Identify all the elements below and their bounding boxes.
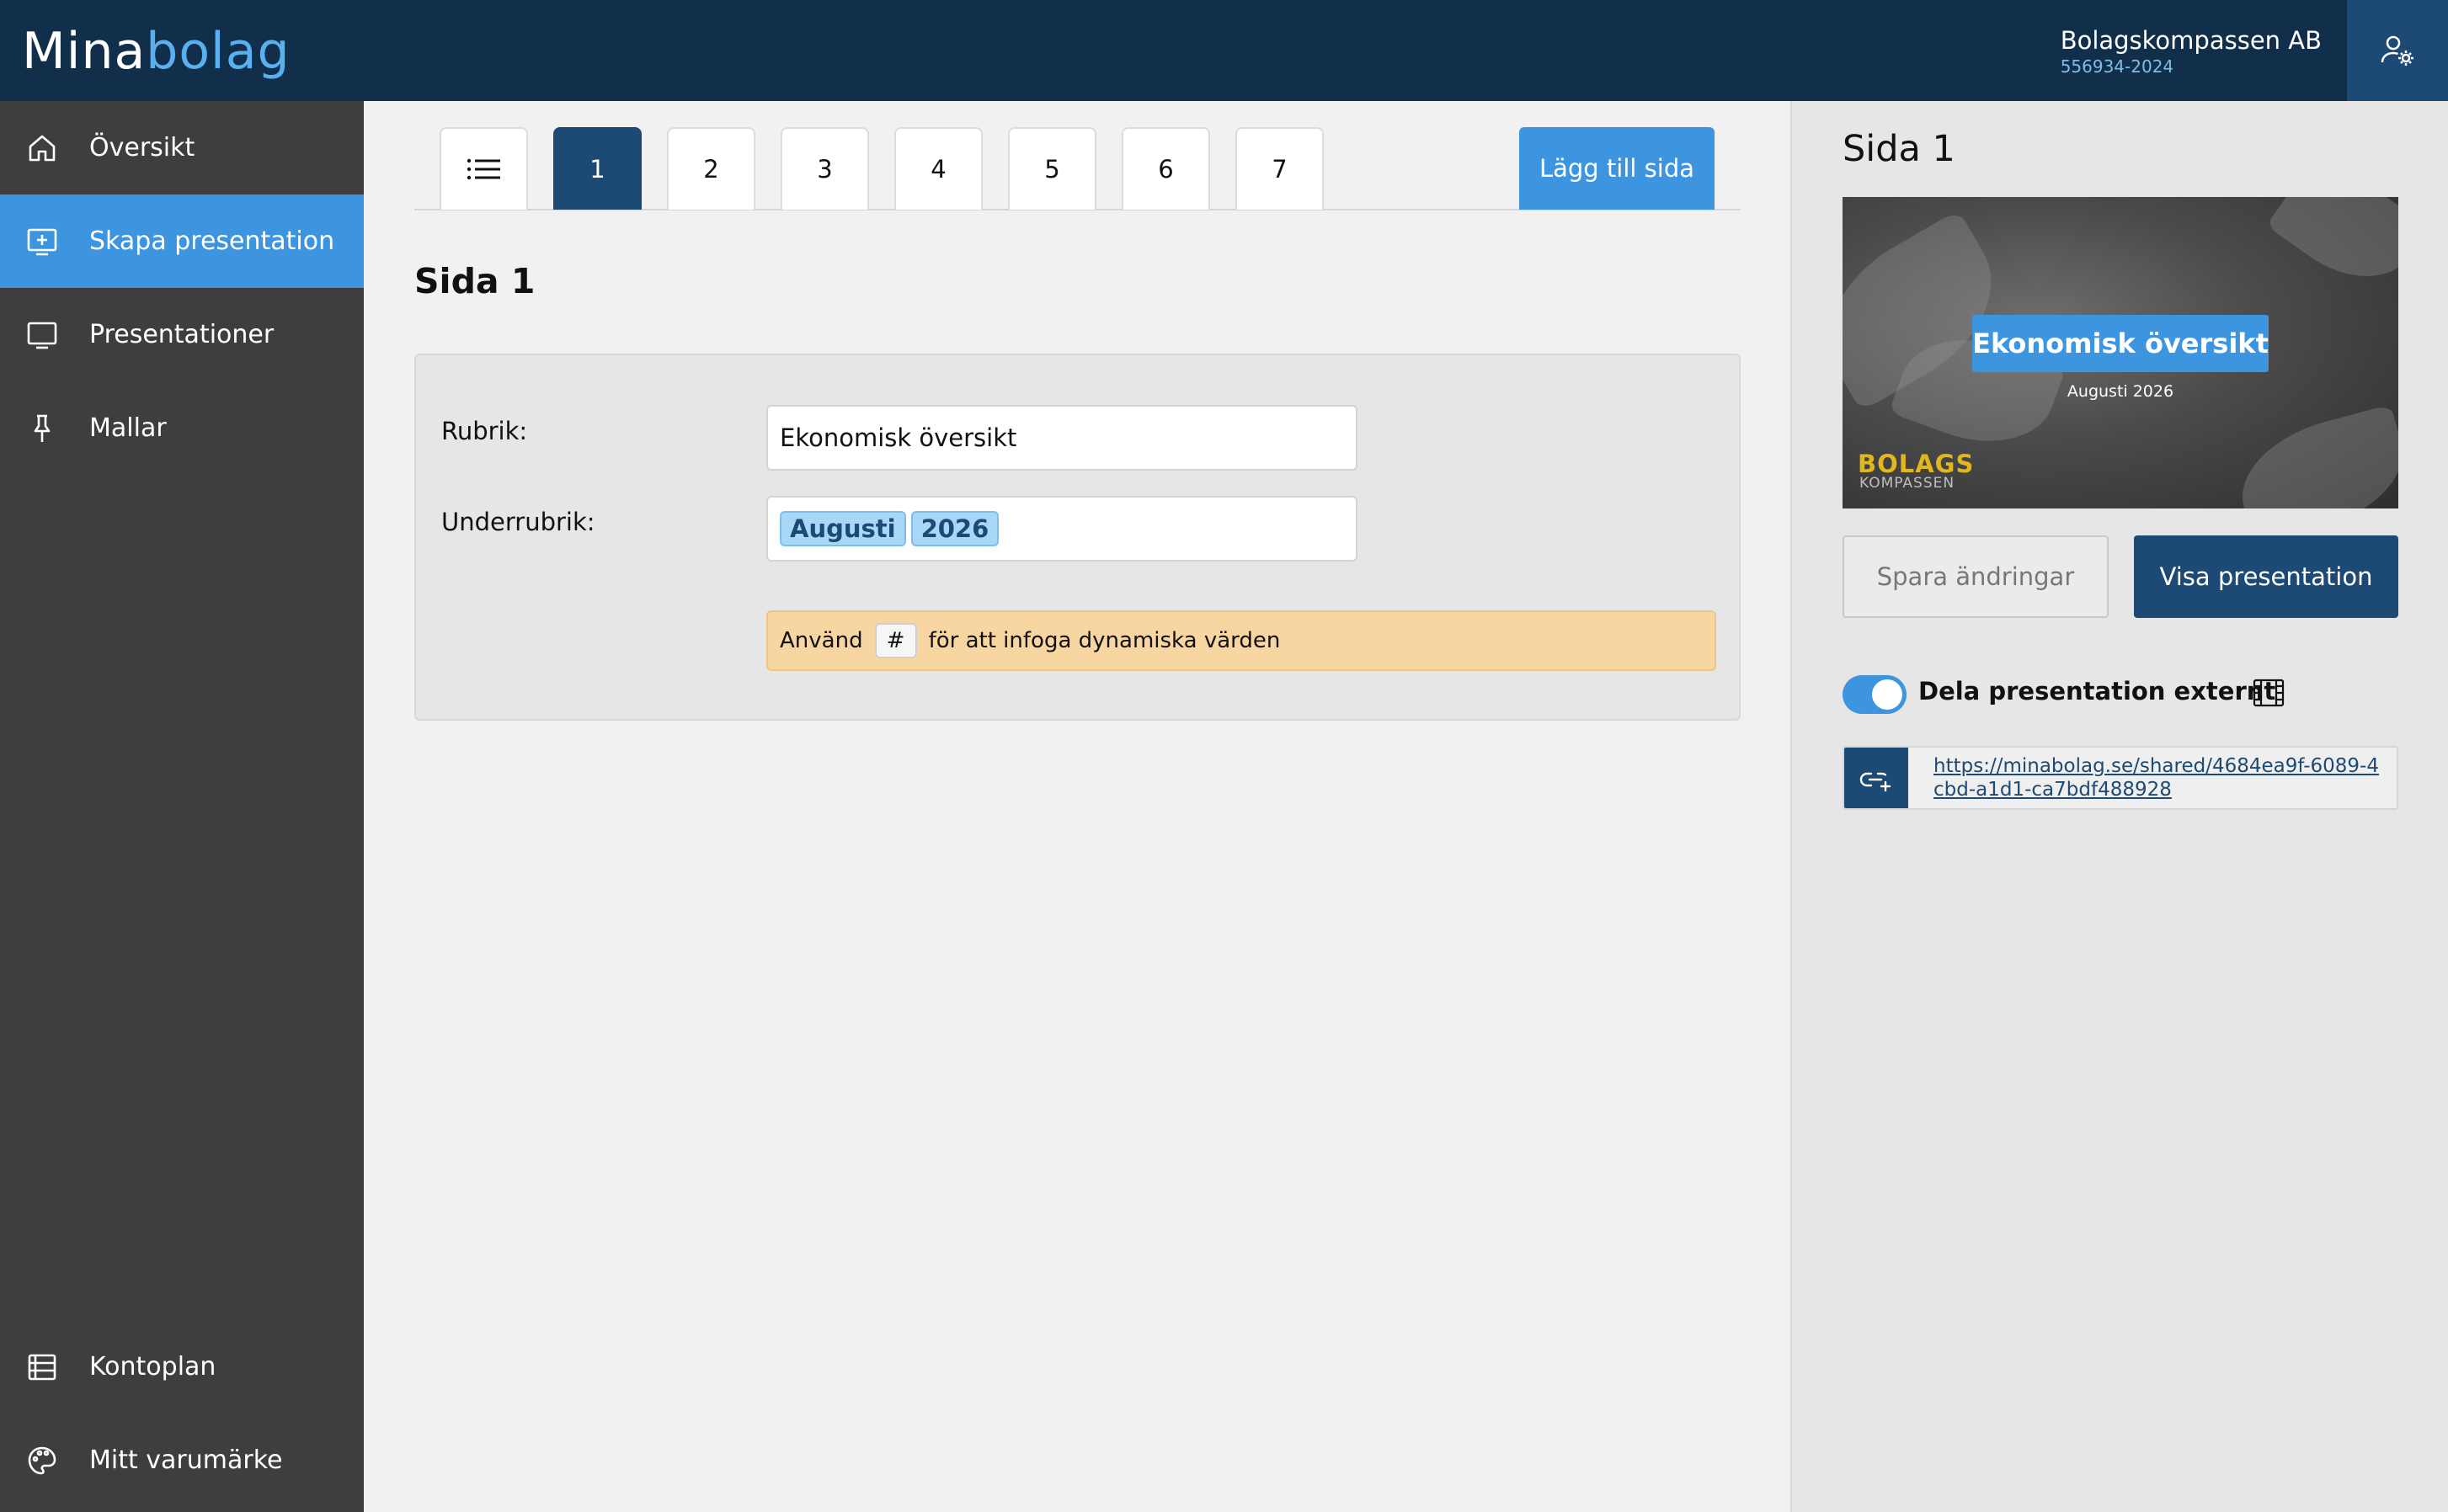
- sidebar-item-label: Mitt varumärke: [89, 1445, 283, 1475]
- sidebar-item-label: Mallar: [89, 413, 167, 443]
- preview-panel: Sida 1 Ekonomisk översikt Augusti 2026 B…: [1790, 101, 2448, 1512]
- sidebar: Översikt Skapa presentation Presentation…: [0, 101, 364, 1512]
- film-icon[interactable]: [2252, 678, 2285, 708]
- slide-brand-logo-sub: KOMPASSEN: [1859, 475, 1955, 492]
- main-content: 1 2 3 4 5 6 7 Lägg till sida Sida 1 Rubr…: [364, 101, 1790, 1512]
- share-label: Dela presentation externt: [1918, 677, 2276, 705]
- sidebar-item-presentationer[interactable]: Presentationer: [0, 288, 364, 381]
- list-icon: [467, 158, 500, 180]
- home-icon: [22, 128, 62, 168]
- monitor-icon: [22, 315, 62, 355]
- tab-page-4[interactable]: 4: [894, 127, 983, 210]
- rubrik-input[interactable]: Ekonomisk översikt: [766, 405, 1357, 471]
- company-name: Bolagskompassen AB: [2060, 26, 2322, 55]
- share-link-box: https://minabolag.se/shared/4684ea9f-608…: [1843, 746, 2398, 810]
- background-leaf: [2227, 404, 2398, 508]
- pin-icon: [22, 408, 62, 449]
- company-info: Bolagskompassen AB 556934-2024: [2061, 25, 2322, 77]
- list-icon: [22, 1347, 62, 1387]
- copy-link-button[interactable]: [1844, 748, 1908, 808]
- app-logo[interactable]: Minabolag: [22, 22, 291, 81]
- sidebar-item-oversikt[interactable]: Översikt: [0, 101, 364, 194]
- hint-prefix: Använd: [780, 628, 863, 653]
- hint-suffix: för att infoga dynamiska värden: [928, 628, 1281, 653]
- palette-icon: [22, 1440, 62, 1481]
- dynamic-value-chip[interactable]: 2026: [910, 511, 1000, 546]
- tab-page-3[interactable]: 3: [781, 127, 869, 210]
- sidebar-item-mallar[interactable]: Mallar: [0, 381, 364, 475]
- company-org-number: 556934-2024: [2060, 56, 2174, 77]
- sidebar-item-mitt-varumarke[interactable]: Mitt varumärke: [0, 1414, 364, 1507]
- share-url-link[interactable]: https://minabolag.se/shared/4684ea9f-608…: [1933, 754, 2388, 801]
- share-toggle[interactable]: [1843, 675, 1907, 714]
- slide-preview[interactable]: Ekonomisk översikt Augusti 2026 BOLAGS K…: [1843, 197, 2398, 508]
- toggle-knob: [1872, 679, 1902, 710]
- hash-key: #: [874, 623, 917, 658]
- slide-title: Ekonomisk översikt: [1972, 315, 2269, 372]
- add-page-button[interactable]: Lägg till sida: [1519, 127, 1715, 210]
- preview-title: Sida 1: [1843, 128, 1955, 170]
- sidebar-item-skapa-presentation[interactable]: Skapa presentation: [0, 194, 364, 288]
- page-title: Sida 1: [414, 261, 536, 301]
- sidebar-item-label: Skapa presentation: [89, 226, 335, 256]
- tab-page-list[interactable]: [440, 127, 528, 210]
- sidebar-item-label: Presentationer: [89, 320, 275, 349]
- tab-page-7[interactable]: 7: [1235, 127, 1324, 210]
- sidebar-item-label: Kontoplan: [89, 1352, 216, 1382]
- tab-page-1[interactable]: 1: [553, 127, 642, 210]
- save-changes-button[interactable]: Spara ändringar: [1843, 535, 2109, 618]
- dynamic-value-chip[interactable]: Augusti: [780, 511, 906, 546]
- underrubrik-input[interactable]: Augusti 2026: [766, 496, 1357, 562]
- dynamic-values-hint: Använd # för att infoga dynamiska värden: [766, 610, 1716, 671]
- user-settings-button[interactable]: [2347, 0, 2448, 101]
- rubrik-label: Rubrik:: [441, 417, 528, 445]
- show-presentation-button[interactable]: Visa presentation: [2134, 535, 2398, 618]
- slide-subtitle: Augusti 2026: [2067, 382, 2174, 401]
- slide-brand-logo: BOLAGS: [1858, 450, 1975, 478]
- link-add-icon: [1859, 772, 1891, 792]
- tab-page-5[interactable]: 5: [1008, 127, 1096, 210]
- underrubrik-label: Underrubrik:: [441, 508, 595, 536]
- tab-page-6[interactable]: 6: [1122, 127, 1210, 210]
- sidebar-item-label: Översikt: [89, 133, 195, 162]
- add-presentation-icon: [22, 221, 62, 262]
- background-leaf: [2265, 197, 2398, 303]
- slide-form: Rubrik: Ekonomisk översikt Underrubrik: …: [414, 354, 1741, 721]
- user-settings-icon: [2381, 35, 2413, 66]
- sidebar-item-kontoplan[interactable]: Kontoplan: [0, 1320, 364, 1414]
- tab-page-2[interactable]: 2: [667, 127, 755, 210]
- top-bar: Minabolag Bolagskompassen AB 556934-2024: [0, 0, 2448, 101]
